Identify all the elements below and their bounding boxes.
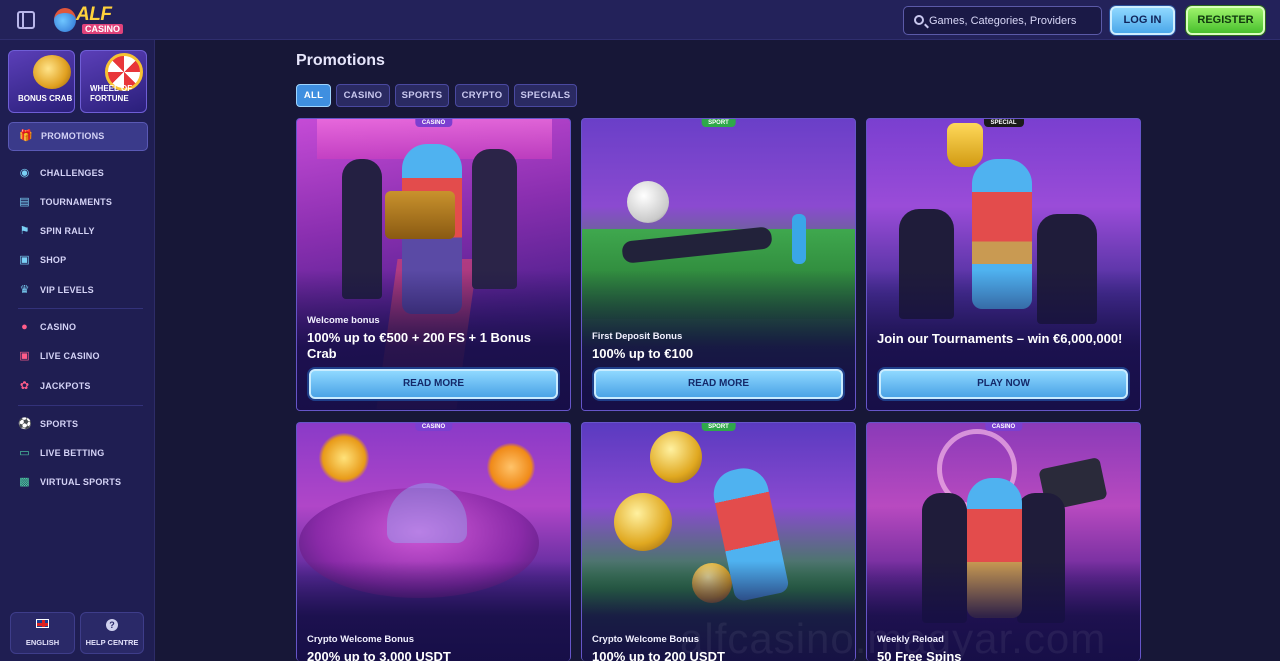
category-tag: SPECIAL xyxy=(983,119,1024,127)
read-more-button[interactable]: READ MORE xyxy=(594,369,843,399)
sidebar-item-label: CHALLENGES xyxy=(40,168,105,178)
sidebar-item-live-casino[interactable]: ▣ LIVE CASINO xyxy=(18,349,148,365)
sidebar-toggle-icon[interactable] xyxy=(17,11,35,29)
promo-subtitle: Crypto Welcome Bonus xyxy=(307,634,414,645)
bonus-crab-tile[interactable]: BONUS CRAB xyxy=(8,50,75,113)
category-tag: SPORT xyxy=(701,119,736,127)
search-input[interactable] xyxy=(929,12,1097,30)
login-button[interactable]: LOG IN xyxy=(1110,6,1175,35)
promo-title: 100% up to €100 xyxy=(592,346,694,361)
uk-flag-icon xyxy=(36,619,49,628)
bag-icon: ▣ xyxy=(19,254,30,266)
sidebar-item-live-betting[interactable]: ▭ LIVE BETTING xyxy=(18,446,148,462)
tether-coin-image xyxy=(614,493,672,551)
trophy-image xyxy=(947,123,983,167)
top-bar: ALF CASINO LOG IN REGISTER xyxy=(0,0,1280,40)
wheel-of-fortune-tile[interactable]: WHEEL OF FORTUNE xyxy=(80,50,147,113)
promo-card-welcome-bonus[interactable]: CASINO Welcome bonus 100% up to €500 + 2… xyxy=(296,118,571,411)
language-label: ENGLISH xyxy=(25,638,60,647)
play-now-button[interactable]: PLAY NOW xyxy=(879,369,1128,399)
football-image xyxy=(627,181,669,223)
sidebar-divider xyxy=(18,405,143,406)
sidebar-item-label: PROMOTIONS xyxy=(41,131,105,141)
filter-all[interactable]: ALL xyxy=(296,84,331,107)
medal-icon: ◉ xyxy=(19,167,30,179)
bonus-crab-icon xyxy=(33,55,71,89)
bodyguard-right-image xyxy=(472,149,517,289)
sidebar-item-vip-levels[interactable]: ♛ VIP LEVELS xyxy=(18,283,148,299)
sidebar-item-label: VIRTUAL SPORTS xyxy=(40,477,122,487)
podium-icon: ▤ xyxy=(19,196,30,208)
filter-crypto[interactable]: CRYPTO xyxy=(455,84,509,107)
tile-label: BONUS CRAB xyxy=(18,94,73,103)
tether-coin-image xyxy=(319,433,369,483)
flag-icon: ⚑ xyxy=(19,225,30,237)
help-label: HELP CENTRE xyxy=(85,638,139,647)
sidebar-item-tournaments[interactable]: ▤ TOURNAMENTS xyxy=(18,195,148,211)
category-tag: CASINO xyxy=(414,119,453,127)
sidebar-item-casino[interactable]: ● CASINO xyxy=(18,320,148,336)
gift-icon: 🎁 xyxy=(19,130,33,142)
gamepad-icon: ▩ xyxy=(19,476,30,488)
search-box[interactable] xyxy=(903,6,1102,35)
alf-mascot-icon xyxy=(54,8,76,32)
sidebar-item-spin-rally[interactable]: ⚑ SPIN RALLY xyxy=(18,224,148,240)
promo-card-first-deposit[interactable]: SPORT First Deposit Bonus 100% up to €10… xyxy=(581,118,856,411)
promo-subtitle: First Deposit Bonus xyxy=(592,331,683,342)
logo[interactable]: ALF CASINO xyxy=(50,2,124,38)
register-button[interactable]: REGISTER xyxy=(1186,6,1265,35)
sidebar-divider xyxy=(18,308,143,309)
sidebar-item-label: SPORTS xyxy=(40,419,79,429)
promo-title: 100% up to €500 + 200 FS + 1 Bonus Crab xyxy=(307,330,531,361)
sidebar-item-label: LIVE CASINO xyxy=(40,351,100,361)
live-icon: ▭ xyxy=(19,447,30,459)
promo-title: 200% up to 3,000 USDT xyxy=(307,649,451,661)
sidebar-item-challenges[interactable]: ◉ CHALLENGES xyxy=(18,166,148,182)
sidebar-item-virtual-sports[interactable]: ▩ VIRTUAL SPORTS xyxy=(18,475,148,491)
bitcoin-coin-image xyxy=(487,443,535,491)
filter-specials[interactable]: SPECIALS xyxy=(514,84,577,107)
category-tag: CASINO xyxy=(414,423,453,431)
sidebar: BONUS CRAB WHEEL OF FORTUNE 🎁 PROMOTIONS… xyxy=(0,40,155,661)
sidebar-item-sports[interactable]: ⚽ SPORTS xyxy=(18,417,148,433)
logo-subtext: CASINO xyxy=(82,24,124,34)
sidebar-item-label: LIVE BETTING xyxy=(40,448,105,458)
sidebar-item-label: SHOP xyxy=(40,255,67,265)
promo-title: Join our Tournaments – win €6,000,000! xyxy=(877,331,1123,346)
sidebar-item-label: TOURNAMENTS xyxy=(40,197,113,207)
filter-casino[interactable]: CASINO xyxy=(336,84,390,107)
page-title: Promotions xyxy=(296,52,385,69)
watermark: alfcasino.magyar.com xyxy=(680,615,1107,661)
sidebar-item-label: VIP LEVELS xyxy=(40,285,94,295)
tile-label: WHEEL OF FORTUNE xyxy=(90,84,133,103)
filter-sports[interactable]: SPORTS xyxy=(395,84,449,107)
money-briefcase-image xyxy=(385,191,455,239)
promo-card-tournaments[interactable]: SPECIAL Join our Tournaments – win €6,00… xyxy=(866,118,1141,411)
promo-subtitle: Welcome bonus xyxy=(307,315,380,326)
sidebar-item-promotions[interactable]: 🎁 PROMOTIONS xyxy=(8,122,148,151)
help-centre-button[interactable]: ? HELP CENTRE xyxy=(80,612,144,654)
category-tag: CASINO xyxy=(984,423,1023,431)
cherry-icon: ● xyxy=(21,321,28,333)
sidebar-item-label: CASINO xyxy=(40,322,77,332)
ball-icon: ⚽ xyxy=(18,418,32,430)
logo-text: ALF xyxy=(76,4,112,25)
language-button[interactable]: ENGLISH xyxy=(10,612,75,654)
search-icon xyxy=(914,15,924,25)
distant-player-image xyxy=(792,214,806,264)
sidebar-item-label: SPIN RALLY xyxy=(40,226,95,236)
clover-icon: ✿ xyxy=(19,380,30,392)
sidebar-item-label: JACKPOTS xyxy=(40,381,91,391)
category-tag: SPORT xyxy=(701,423,736,431)
dice-icon: ▣ xyxy=(19,350,30,362)
read-more-button[interactable]: READ MORE xyxy=(309,369,558,399)
promo-card-crypto-casino[interactable]: CASINO Crypto Welcome Bonus 200% up to 3… xyxy=(296,422,571,661)
help-icon: ? xyxy=(106,619,118,631)
sidebar-item-jackpots[interactable]: ✿ JACKPOTS xyxy=(18,379,148,395)
bitcoin-coin-image xyxy=(650,431,702,483)
sidebar-item-shop[interactable]: ▣ SHOP xyxy=(18,253,148,269)
crown-icon: ♛ xyxy=(19,284,30,296)
